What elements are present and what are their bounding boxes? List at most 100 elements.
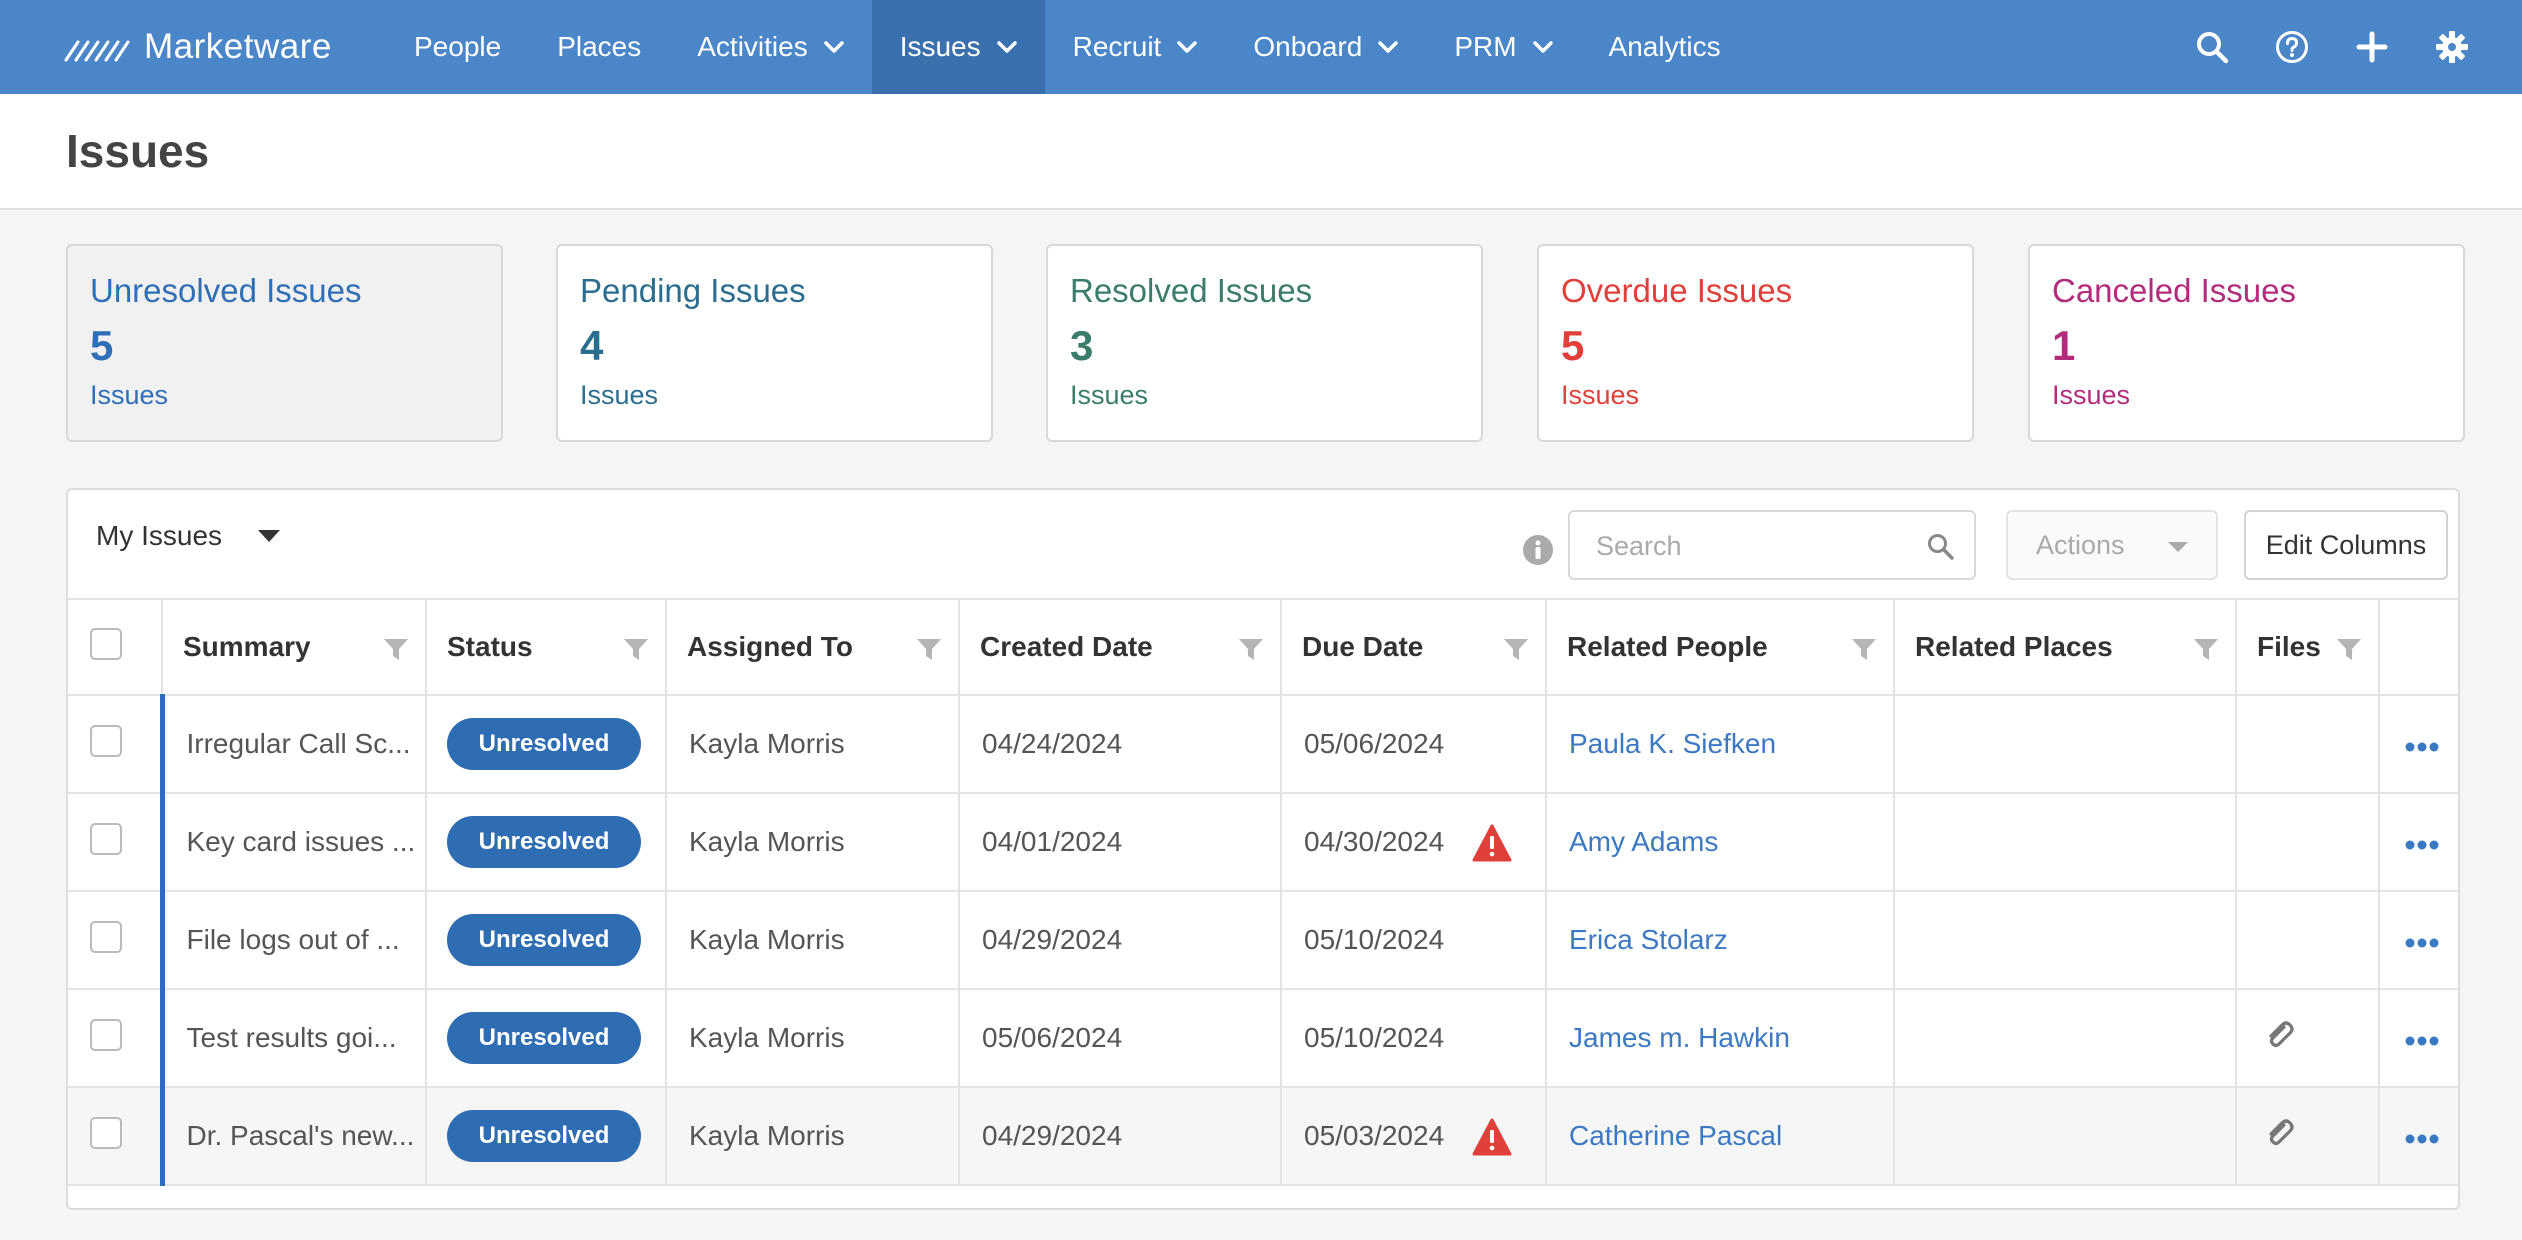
column-header-label: Summary — [183, 631, 311, 662]
row-checkbox[interactable] — [90, 822, 122, 855]
column-header-label: Assigned To — [687, 631, 853, 662]
search-icon[interactable] — [2194, 29, 2230, 65]
column-header-label: Status — [447, 631, 533, 662]
related-person-link[interactable]: Erica Stolarz — [1569, 924, 1728, 955]
column-header-label: Created Date — [980, 631, 1153, 662]
chevron-down-icon — [996, 41, 1017, 53]
summary-cell[interactable]: Key card issues ... — [159, 793, 427, 892]
related-places-cell — [1894, 1087, 2237, 1186]
brand-logo[interactable]: Marketware — [64, 0, 354, 94]
warning-icon — [1472, 1118, 1512, 1156]
view-selector-label: My Issues — [96, 520, 223, 551]
nav-item-places[interactable]: Places — [529, 0, 669, 94]
card-count: 5 — [1561, 322, 1585, 369]
more-options-icon[interactable] — [2404, 839, 2440, 851]
summary-cell[interactable]: File logs out of ... — [159, 891, 427, 990]
nav-item-onboard[interactable]: Onboard — [1225, 0, 1426, 94]
nav-item-analytics[interactable]: Analytics — [1581, 0, 1749, 94]
edit-columns-button[interactable]: Edit Columns — [2244, 510, 2448, 580]
row-select-cell — [68, 891, 163, 990]
column-header-due-date[interactable]: Due Date — [1281, 598, 1547, 696]
select-all-checkbox[interactable] — [90, 627, 122, 660]
row-checkbox[interactable] — [90, 1018, 122, 1051]
summary-card-pending[interactable]: Pending Issues 4 Issues — [556, 244, 993, 442]
row-actions-cell — [2379, 1087, 2458, 1186]
summary-card-overdue[interactable]: Overdue Issues 5 Issues — [1537, 244, 1974, 442]
view-selector[interactable]: My Issues — [96, 520, 281, 552]
due-date-value: 05/03/2024 — [1304, 1120, 1445, 1151]
paperclip-icon[interactable] — [2263, 1018, 2297, 1052]
summary-card-canceled[interactable]: Canceled Issues 1 Issues — [2028, 244, 2465, 442]
actions-dropdown[interactable]: Actions — [2006, 510, 2218, 580]
filter-icon[interactable] — [1503, 638, 1529, 662]
filter-icon[interactable] — [383, 638, 409, 662]
due-date-cell: 05/10/2024 — [1281, 989, 1547, 1088]
related-person-link[interactable]: James m. Hawkin — [1569, 1022, 1790, 1053]
row-actions-header — [2379, 598, 2458, 696]
assigned-to-cell: Kayla Morris — [666, 695, 960, 794]
column-header-files[interactable]: Files — [2236, 598, 2380, 696]
plus-icon[interactable] — [2354, 29, 2390, 65]
nav-item-activities[interactable]: Activities — [669, 0, 871, 94]
related-people-cell: Paula K. Siefken — [1546, 695, 1895, 794]
more-options-icon[interactable] — [2404, 1035, 2440, 1047]
filter-icon[interactable] — [2336, 638, 2362, 662]
related-person-link[interactable]: Amy Adams — [1569, 826, 1718, 857]
card-subtitle: Issues — [2052, 380, 2131, 410]
column-header-assigned-to[interactable]: Assigned To — [666, 598, 960, 696]
row-actions-cell — [2379, 793, 2458, 892]
gear-icon[interactable] — [2434, 29, 2470, 65]
column-header-summary[interactable]: Summary — [162, 598, 427, 696]
related-person-link[interactable]: Paula K. Siefken — [1569, 728, 1776, 759]
table-row[interactable]: Test results goi... Unresolved Kayla Morri… — [68, 989, 2458, 1088]
summary-card-resolved[interactable]: Resolved Issues 3 Issues — [1046, 244, 1483, 442]
column-header-created-date[interactable]: Created Date — [959, 598, 1282, 696]
search-icon[interactable] — [1926, 532, 1954, 560]
nav-item-people[interactable]: People — [386, 0, 529, 94]
filter-icon[interactable] — [916, 638, 942, 662]
related-places-cell — [1894, 989, 2237, 1088]
row-checkbox[interactable] — [90, 920, 122, 953]
table-row[interactable]: Irregular Call Sc... Unresolved Kayla Morr… — [68, 695, 2458, 794]
summary-card-unresolved[interactable]: Unresolved Issues 5 Issues — [66, 244, 503, 442]
column-header-label: Related Places — [1915, 631, 2113, 662]
table-row[interactable]: Dr. Pascal's new... Unresolved Kayla Morri… — [68, 1087, 2458, 1186]
column-header-related-places[interactable]: Related Places — [1894, 598, 2237, 696]
filter-icon[interactable] — [623, 638, 649, 662]
row-select-cell — [68, 1087, 163, 1186]
due-date-value: 04/30/2024 — [1304, 826, 1445, 857]
filter-icon[interactable] — [1238, 638, 1264, 662]
more-options-icon[interactable] — [2404, 1133, 2440, 1145]
summary-cell[interactable]: Dr. Pascal's new... — [159, 1087, 427, 1186]
chevron-down-icon — [1378, 41, 1399, 53]
created-date-cell: 05/06/2024 — [959, 989, 1282, 1088]
filter-icon[interactable] — [1851, 638, 1877, 662]
row-checkbox[interactable] — [90, 724, 122, 757]
table-row[interactable]: Key card issues ... Unresolved Kayla Morri… — [68, 793, 2458, 892]
more-options-icon[interactable] — [2404, 741, 2440, 753]
info-icon[interactable] — [1522, 534, 1554, 566]
nav-item-label: Onboard — [1253, 31, 1363, 62]
paperclip-icon[interactable] — [2263, 1116, 2297, 1150]
nav-item-issues[interactable]: Issues — [871, 0, 1045, 94]
table-row[interactable]: File logs out of ... Unresolved Kayla Morr… — [68, 891, 2458, 990]
chevron-down-icon — [823, 41, 844, 53]
assigned-to-cell: Kayla Morris — [666, 793, 960, 892]
filter-icon[interactable] — [2193, 638, 2219, 662]
related-people-cell: Catherine Pascal — [1546, 1087, 1895, 1186]
more-options-icon[interactable] — [2404, 937, 2440, 949]
help-icon[interactable] — [2274, 29, 2310, 65]
summary-cell[interactable]: Test results goi... — [159, 989, 427, 1088]
column-header-status[interactable]: Status — [426, 598, 667, 696]
row-actions-cell — [2379, 891, 2458, 990]
related-person-link[interactable]: Catherine Pascal — [1569, 1120, 1782, 1151]
column-header-related-people[interactable]: Related People — [1546, 598, 1895, 696]
nav-item-prm[interactable]: PRM — [1426, 0, 1580, 94]
card-subtitle: Issues — [90, 380, 169, 410]
row-select-cell — [68, 695, 163, 794]
search-input[interactable] — [1596, 526, 1916, 566]
summary-cell[interactable]: Irregular Call Sc... — [159, 695, 427, 794]
related-places-cell — [1894, 793, 2237, 892]
row-checkbox[interactable] — [90, 1116, 122, 1149]
nav-item-recruit[interactable]: Recruit — [1045, 0, 1226, 94]
